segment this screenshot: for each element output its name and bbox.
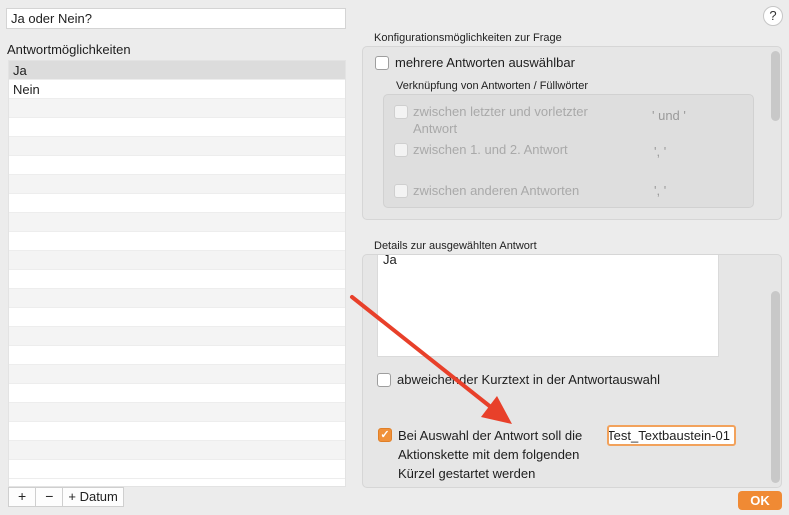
- details-section-title: Details zur ausgewählten Antwort: [374, 240, 537, 252]
- config-section-title: Konfigurationsmöglichkeiten zur Frage: [374, 32, 562, 44]
- help-button[interactable]: ?: [763, 6, 783, 26]
- shorttext-option[interactable]: abweichender Kurztext in der Antwortausw…: [377, 372, 660, 387]
- details-scrollbar[interactable]: [771, 291, 780, 483]
- list-item-empty[interactable]: [9, 308, 345, 327]
- shorttext-checkbox[interactable]: [377, 372, 391, 387]
- list-item-empty[interactable]: [9, 460, 345, 479]
- config-scrollbar[interactable]: [771, 51, 780, 121]
- linking-title: Verknüpfung von Antworten / Füllwörter: [396, 80, 588, 92]
- list-item-empty[interactable]: [9, 213, 345, 232]
- list-item-empty[interactable]: [9, 99, 345, 118]
- shortcut-value: Test_Textbaustein-01: [607, 428, 730, 443]
- link-option-last: zwischen letzter und vorletzter Antwort: [394, 103, 604, 137]
- add-date-button[interactable]: + Datum: [63, 488, 123, 506]
- list-item-empty[interactable]: [9, 327, 345, 346]
- list-button-bar: + − + Datum: [8, 487, 124, 507]
- list-item[interactable]: Ja: [9, 61, 345, 80]
- list-item-empty[interactable]: [9, 384, 345, 403]
- action-chain-label: Bei Auswahl der Antwort soll die Aktions…: [398, 428, 583, 481]
- link-last-label: zwischen letzter und vorletzter Antwort: [413, 104, 588, 136]
- list-item-empty[interactable]: [9, 289, 345, 308]
- multiple-answers-option[interactable]: mehrere Antworten auswählbar: [375, 55, 575, 70]
- details-panel: Ja abweichender Kurztext in der Antworta…: [362, 254, 782, 488]
- list-item-empty[interactable]: [9, 441, 345, 460]
- link-option-other: zwischen anderen Antworten: [394, 182, 604, 199]
- ok-button[interactable]: OK: [738, 491, 782, 510]
- list-item-empty[interactable]: [9, 270, 345, 289]
- link-option-first: zwischen 1. und 2. Antwort: [394, 141, 604, 158]
- answer-list[interactable]: Ja Nein: [8, 60, 346, 487]
- list-item-empty[interactable]: [9, 156, 345, 175]
- list-item-empty[interactable]: [9, 365, 345, 384]
- list-item-empty[interactable]: [9, 422, 345, 441]
- action-chain-checkbox[interactable]: ✓: [378, 428, 392, 442]
- list-item[interactable]: Nein: [9, 80, 345, 99]
- shorttext-label: abweichender Kurztext in der Antwortausw…: [397, 372, 661, 387]
- list-item-empty[interactable]: [9, 118, 345, 137]
- linking-box: zwischen letzter und vorletzter Antwort …: [383, 94, 754, 208]
- list-item-empty[interactable]: [9, 137, 345, 156]
- answers-label: Antwortmöglichkeiten: [7, 42, 131, 57]
- list-item-empty[interactable]: [9, 194, 345, 213]
- link-first-filler: ', ': [654, 144, 667, 159]
- link-other-label: zwischen anderen Antworten: [413, 183, 580, 198]
- question-input[interactable]: Ja oder Nein?: [6, 8, 346, 29]
- list-item-empty[interactable]: [9, 346, 345, 365]
- list-item-empty[interactable]: [9, 403, 345, 422]
- answer-text-area[interactable]: Ja: [377, 255, 719, 357]
- link-last-filler: ' und ': [652, 108, 686, 123]
- multiple-answers-checkbox[interactable]: [375, 55, 389, 70]
- config-panel: mehrere Antworten auswählbar Verknüpfung…: [362, 46, 782, 220]
- shortcut-input[interactable]: Test_Textbaustein-01: [607, 425, 736, 446]
- list-item-empty[interactable]: [9, 175, 345, 194]
- list-item-empty[interactable]: [9, 232, 345, 251]
- link-first-label: zwischen 1. und 2. Antwort: [413, 142, 568, 157]
- link-other-checkbox[interactable]: [394, 184, 408, 198]
- link-last-checkbox[interactable]: [394, 105, 408, 119]
- remove-answer-button[interactable]: −: [36, 488, 64, 506]
- list-item-empty[interactable]: [9, 251, 345, 270]
- add-answer-button[interactable]: +: [9, 488, 37, 506]
- link-other-filler: ', ': [654, 183, 667, 198]
- multiple-answers-label: mehrere Antworten auswählbar: [395, 55, 575, 70]
- link-first-checkbox[interactable]: [394, 143, 408, 157]
